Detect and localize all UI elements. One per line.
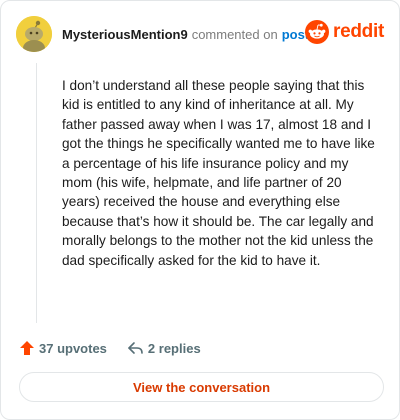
comment-body: I don’t understand all these people sayi… <box>62 78 375 268</box>
reply-arrow-icon <box>128 342 143 354</box>
upvote-arrow-icon <box>20 341 34 355</box>
thread-line <box>36 63 37 323</box>
comment-actions: 37 upvotes 2 replies <box>19 338 201 358</box>
action-text: commented on <box>191 26 278 42</box>
reply-count: 2 replies <box>147 340 201 356</box>
view-conversation-button[interactable]: View the conversation <box>19 372 384 402</box>
upvote-count: 37 upvotes <box>39 340 107 356</box>
reddit-logo-icon <box>305 20 330 44</box>
replies-button[interactable]: 2 replies <box>127 340 201 356</box>
reddit-wordmark: reddit <box>333 21 384 42</box>
comment-card: MysteriousMention9 commented on post red… <box>0 0 400 420</box>
snoo-avatar-icon <box>16 16 52 52</box>
byline: MysteriousMention9 commented on post <box>62 27 309 42</box>
upvote-button[interactable]: 37 upvotes <box>19 340 107 356</box>
comment-header: MysteriousMention9 commented on post red… <box>16 16 384 52</box>
username[interactable]: MysteriousMention9 <box>62 27 188 42</box>
avatar[interactable] <box>16 16 52 52</box>
reddit-brand[interactable]: reddit <box>305 20 384 44</box>
